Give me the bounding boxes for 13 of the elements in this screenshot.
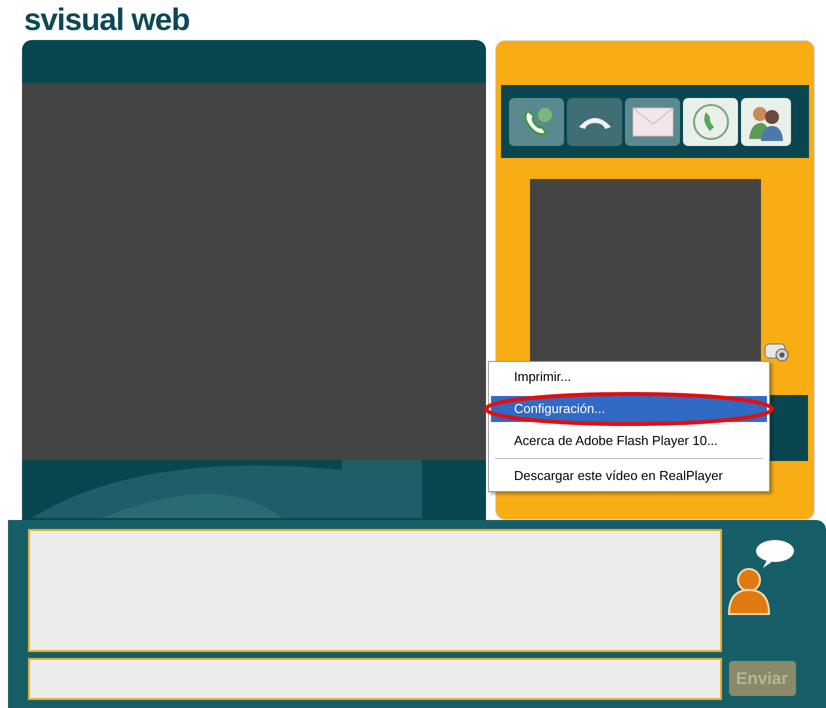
dark-panel bbox=[768, 395, 808, 461]
menu-item[interactable]: Acerca de Adobe Flash Player 10... bbox=[491, 428, 767, 454]
hang-up-button[interactable] bbox=[567, 98, 622, 146]
envelope-icon bbox=[632, 106, 674, 136]
chat-user-icon bbox=[727, 538, 797, 616]
call-video-button[interactable] bbox=[509, 98, 564, 146]
message-button[interactable] bbox=[625, 98, 680, 146]
message-input-field[interactable] bbox=[28, 658, 722, 700]
menu-item[interactable]: Descargar este vídeo en RealPlayer bbox=[491, 463, 767, 489]
logo-text: svisual web bbox=[24, 1, 190, 39]
contacts-button[interactable] bbox=[741, 98, 791, 146]
phone-circle-icon bbox=[692, 102, 730, 140]
menu-item[interactable]: Imprimir... bbox=[491, 364, 767, 390]
